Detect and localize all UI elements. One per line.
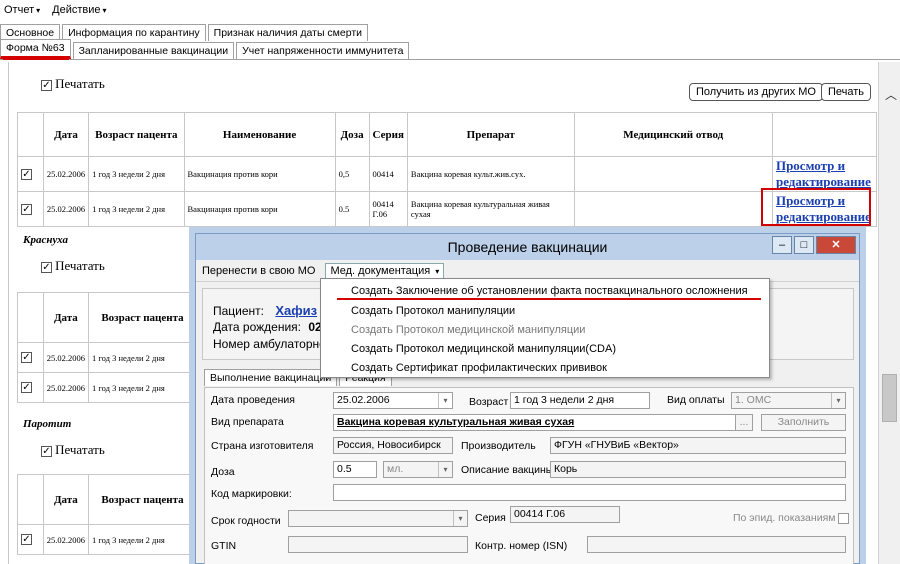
- tab-quarantine[interactable]: Информация по карантину: [62, 24, 206, 41]
- tab-death-date[interactable]: Признак наличия даты смерти: [207, 24, 369, 41]
- tab-immunity[interactable]: Учет напряженности иммунитета: [236, 42, 410, 59]
- ellipsis-button[interactable]: ...: [735, 414, 753, 431]
- chevron-down-icon: ▾: [36, 6, 41, 15]
- dose-unit-select[interactable]: мл. ▾: [383, 461, 453, 478]
- execution-panel: Дата проведения 25.02.2006 ▾ Возраст 1 го…: [204, 387, 854, 564]
- series-field: 00414 Г.06: [510, 506, 620, 523]
- table-row: ✓ 25.02.2006 1 год 3 недели 2 дня Вакцин…: [17, 191, 878, 227]
- row-checkbox[interactable]: ✓: [21, 534, 32, 546]
- payment-select[interactable]: 1. ОМС ▾: [731, 392, 846, 409]
- chevron-down-icon: ▾: [438, 393, 452, 408]
- mumps-table: Дата Возраст пацента ✓ 25.02.2006 1 год …: [17, 474, 198, 555]
- med-docs-menu[interactable]: Мед. документация ▾: [325, 262, 445, 279]
- manufacturer-field: ФГУН «ГНУВиБ «Вектор»: [550, 437, 846, 454]
- row-checkbox[interactable]: ✓: [21, 382, 32, 394]
- print-checkbox[interactable]: ✓: [41, 79, 52, 91]
- chevron-down-icon: ▾: [435, 266, 440, 276]
- chevron-up-icon[interactable]: ︿: [885, 86, 897, 103]
- tab-form63[interactable]: Форма №63: [0, 39, 71, 59]
- control-number-field[interactable]: [587, 536, 846, 553]
- highlight-underline: [3, 58, 69, 60]
- fill-button[interactable]: Заполнить: [761, 414, 846, 431]
- menu-item-vaccination-certificate[interactable]: Создать Сертификат профилактических прив…: [351, 362, 607, 374]
- get-from-other-mo-button[interactable]: Получить из других МО: [689, 83, 823, 101]
- dialog-title: Проведение вакцинации: [196, 234, 859, 260]
- dose-field[interactable]: 0.5: [333, 461, 377, 478]
- menu-item-medical-manipulation-protocol-cda[interactable]: Создать Протокол медицинской манипуляции…: [351, 343, 616, 355]
- menu-item-medical-manipulation-protocol: Создать Протокол медицинской манипуляции: [351, 324, 586, 336]
- transfer-to-mo-button[interactable]: Перенести в свою МО: [202, 265, 315, 277]
- measles-table: Дата Возраст пацента Наименование Доза С…: [17, 112, 878, 227]
- print-checkbox-row[interactable]: ✓ Печатать: [41, 76, 105, 92]
- row-checkbox[interactable]: ✓: [21, 168, 32, 180]
- row-checkbox[interactable]: ✓: [21, 352, 32, 364]
- country-field: Россия, Новосибирск: [333, 437, 453, 454]
- gtin-field[interactable]: [288, 536, 468, 553]
- date-field[interactable]: 25.02.2006 ▾: [333, 392, 453, 409]
- vertical-scrollbar[interactable]: ︿: [878, 62, 900, 564]
- table-row: ✓ 25.02.2006 1 год 3 недели 2 дня: [17, 342, 198, 373]
- tab-execution[interactable]: Выполнение вакцинации: [204, 369, 338, 386]
- col-name: Наименование: [183, 112, 336, 157]
- epid-checkbox-label: По эпид. показаниям: [733, 512, 850, 524]
- menu-action[interactable]: Действие ▾: [52, 4, 106, 16]
- tab-row-sub: Форма №63 Запланированные вакцинации Уче…: [0, 39, 900, 60]
- menu-item-manipulation-protocol[interactable]: Создать Протокол манипуляции: [351, 305, 515, 317]
- col-date: Дата: [42, 112, 90, 157]
- mumps-title: Паротит: [23, 418, 72, 430]
- col-drug: Препарат: [406, 112, 575, 157]
- col-med-exemption: Медицинский отвод: [573, 112, 773, 157]
- highlight-underline: [337, 298, 761, 300]
- marking-code-field[interactable]: [333, 484, 846, 501]
- print-checkbox[interactable]: ✓: [41, 261, 52, 273]
- print-label: Печатать: [55, 76, 105, 91]
- col-series: Серия: [368, 112, 408, 157]
- menu-bar: Отчет ▾ Действие ▾: [0, 0, 900, 20]
- highlight-box: [761, 188, 871, 226]
- chevron-down-icon: ▾: [453, 511, 467, 526]
- age-field: 1 год 3 недели 2 дня: [510, 392, 650, 409]
- med-docs-dropdown: Создать Заключение об установлении факта…: [320, 278, 770, 378]
- col-dose: Доза: [334, 112, 370, 157]
- scroll-thumb[interactable]: [882, 374, 897, 422]
- chevron-down-icon: ▾: [102, 6, 107, 15]
- menu-item-complication-conclusion[interactable]: Создать Заключение об установлении факта…: [351, 285, 748, 297]
- table-row: ✓ 25.02.2006 1 год 3 недели 2 дня: [17, 524, 198, 555]
- expiry-field[interactable]: ▾: [288, 510, 468, 527]
- rubella-table: Дата Возраст пацента ✓ 25.02.2006 1 год …: [17, 292, 198, 403]
- row-checkbox[interactable]: ✓: [21, 203, 32, 215]
- close-icon[interactable]: ✕: [816, 236, 856, 254]
- patient-name-link[interactable]: Хафиз: [275, 303, 317, 318]
- menu-report[interactable]: Отчет ▾: [4, 4, 40, 16]
- tab-planned-vaccinations[interactable]: Запланированные вакцинации: [72, 42, 235, 59]
- chevron-down-icon: ▾: [438, 462, 452, 477]
- print-checkbox[interactable]: ✓: [41, 445, 52, 457]
- table-row: ✓ 25.02.2006 1 год 3 недели 2 дня: [17, 372, 198, 403]
- view-edit-link[interactable]: Просмотр и редактирование: [776, 158, 871, 189]
- chevron-down-icon: ▾: [831, 393, 845, 408]
- mumps-print-row[interactable]: ✓ Печатать: [41, 442, 105, 458]
- maximize-icon[interactable]: □: [794, 236, 814, 254]
- table-header: Дата Возраст пацента Наименование Доза С…: [17, 112, 878, 157]
- vaccine-description-field: Корь: [550, 461, 846, 478]
- epid-checkbox[interactable]: [838, 512, 850, 524]
- col-age: Возраст пацента: [88, 112, 185, 157]
- drug-type-field[interactable]: Вакцина коревая культуральная живая суха…: [333, 414, 753, 431]
- rubella-print-row[interactable]: ✓ Печатать: [41, 258, 105, 274]
- print-button[interactable]: Печать: [821, 83, 872, 101]
- rubella-title: Краснуха: [23, 234, 69, 246]
- minimize-icon[interactable]: –: [772, 236, 792, 254]
- table-row: ✓ 25.02.2006 1 год 3 недели 2 дня Вакцин…: [17, 156, 878, 192]
